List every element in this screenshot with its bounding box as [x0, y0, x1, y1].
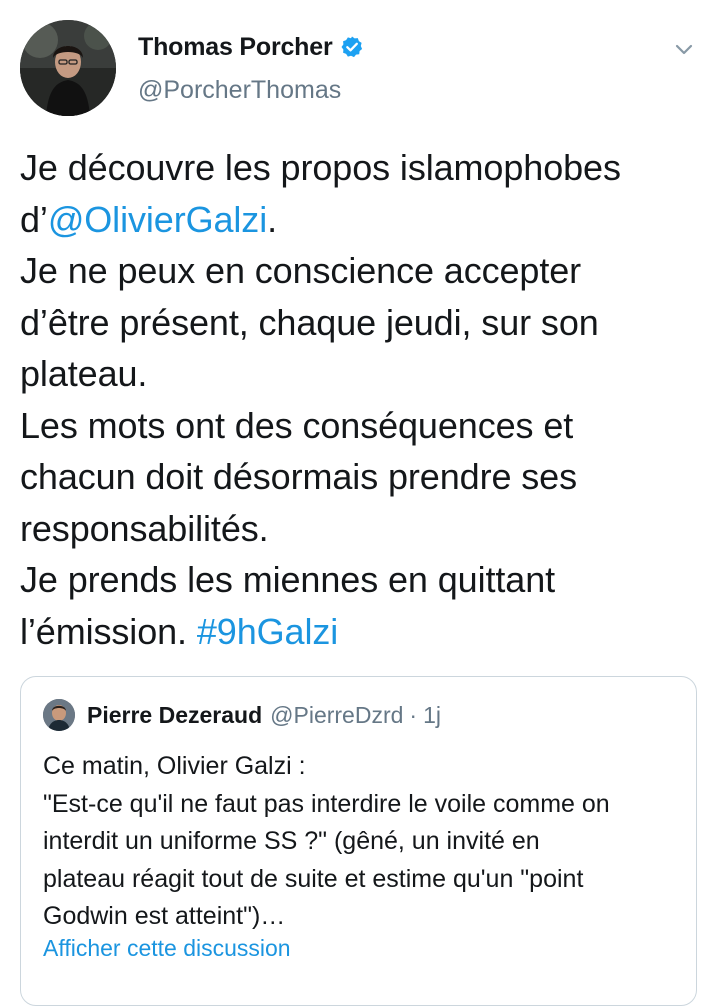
quoted-tweet-line: Godwin est atteint")… [43, 902, 286, 930]
quoted-author-avatar[interactable] [43, 699, 75, 731]
quoted-tweet-line: "Est-ce qu'il ne faut pas interdire le v… [43, 789, 610, 818]
tweet-line: Je découvre les propos islamophobes [20, 147, 621, 188]
quoted-tweet-text: Ce matin, Olivier Galzi : "Est-ce qu'il n… [43, 748, 683, 936]
author-avatar[interactable] [20, 20, 116, 116]
hashtag-link[interactable]: #9hGalzi [197, 611, 338, 652]
tweet-text-fragment: d’ [20, 198, 48, 240]
tweet-line: Je ne peux en conscience accepter [20, 250, 582, 291]
quoted-author-display-name[interactable]: Pierre Dezeraud [87, 702, 262, 729]
quoted-author-handle[interactable]: @PierreDzrd [270, 702, 403, 729]
author-handle[interactable]: @PorcherThomas [138, 76, 341, 105]
tweet-line: Les mots ont des conséquences et [20, 404, 574, 446]
quoted-tweet-header: Pierre Dezeraud @PierreDzrd · 1j [87, 697, 441, 733]
tweet-line: responsabilités. [20, 507, 269, 549]
author-display-name[interactable]: Thomas Porcher [138, 33, 333, 62]
tweet-text: Je découvre les propos islamophobes d’@Ol… [20, 142, 710, 657]
author-name-row[interactable]: Thomas Porcher [138, 30, 364, 64]
chevron-down-icon[interactable] [673, 38, 695, 60]
quoted-tweet-line: plateau réagit tout de suite et estime q… [43, 864, 584, 893]
verified-badge-icon [340, 35, 364, 59]
show-thread-link[interactable]: Afficher cette discussion [43, 935, 291, 962]
tweet-line: d’@OlivierGalzi. [20, 194, 710, 246]
tweet: Thomas Porcher @PorcherThomas Je découvr… [0, 0, 717, 1006]
mention-link[interactable]: @OlivierGalzi [48, 199, 267, 240]
tweet-line: plateau. [20, 353, 148, 394]
tweet-line: Je prends les miennes en quittant [20, 559, 556, 600]
tweet-line: d’être présent, chaque jeudi, sur son [20, 301, 599, 343]
tweet-line: l’émission. #9hGalzi [20, 606, 710, 658]
quoted-tweet[interactable]: Pierre Dezeraud @PierreDzrd · 1j Ce mati… [20, 676, 697, 1006]
tweet-line: chacun doit désormais prendre ses [20, 456, 578, 497]
quoted-tweet-line: Ce matin, Olivier Galzi : [43, 752, 306, 780]
tweet-text-fragment: . [267, 198, 278, 240]
separator-dot: · [409, 701, 418, 728]
tweet-text-fragment: l’émission. [20, 610, 197, 652]
quoted-tweet-line: interdit un uniforme SS ?" (gêné, un inv… [43, 827, 540, 855]
quoted-tweet-time[interactable]: 1j [423, 702, 441, 729]
